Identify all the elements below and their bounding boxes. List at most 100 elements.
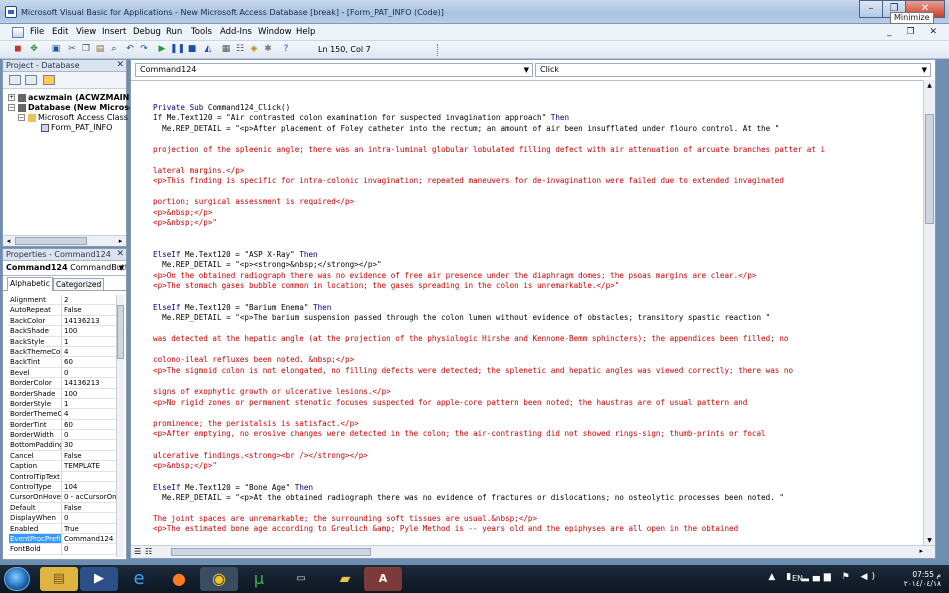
menu-edit[interactable]: Edit	[52, 27, 68, 37]
property-row[interactable]: BorderWidth 0	[9, 430, 119, 441]
tray-icons[interactable]: ▲ ▮ ▂▄▆ ⚑ ◀)	[768, 572, 879, 582]
menu-window[interactable]: Window	[258, 27, 292, 37]
property-value[interactable]: 0 - acCursorOn	[62, 492, 119, 501]
access-icon[interactable]: A	[364, 567, 402, 591]
menu-add-ins[interactable]: Add-Ins	[220, 27, 252, 37]
view-access-icon[interactable]: ◼	[12, 43, 24, 55]
property-row[interactable]: BorderThemeCo 4	[9, 409, 119, 420]
property-row[interactable]: BackShade 100	[9, 326, 119, 337]
clock[interactable]: 07:55 م ٢٠١٤/٠٤/١٨	[904, 570, 941, 588]
property-row[interactable]: Alignment 2	[9, 295, 119, 306]
code-line[interactable]: If Me.Text120 = "Air contrasted colon ex…	[153, 113, 569, 123]
project-explorer-icon[interactable]: ▦	[220, 43, 232, 55]
code-line[interactable]: <p>No rigid zones or permanent stenotic …	[153, 398, 747, 408]
property-value[interactable]: 1	[62, 399, 119, 408]
property-row[interactable]: ControlTipText	[9, 471, 119, 483]
property-row[interactable]: CursorOnHover 0 - acCursorOn	[9, 492, 119, 503]
explorer-icon[interactable]: ▤	[40, 567, 78, 591]
property-row[interactable]: DisplayWhen 0	[9, 513, 119, 524]
tree-item-form-pat-info[interactable]: Form_PAT_INFO	[41, 123, 112, 132]
reset-icon[interactable]: ■	[186, 43, 198, 55]
help-icon[interactable]: ?	[280, 43, 292, 55]
property-value[interactable]: 60	[62, 357, 119, 366]
property-row[interactable]: BackThemeColor4	[9, 346, 119, 358]
code-line[interactable]: <p>The sigmoid colon is not elongated, n…	[153, 366, 793, 376]
start-button[interactable]	[4, 567, 30, 591]
property-value[interactable]: True	[62, 524, 119, 533]
tree-item-class-objects[interactable]: − Microsoft Access Class C	[18, 113, 136, 122]
code-line[interactable]: <p>&nbsp;</p>"	[153, 218, 217, 228]
property-value[interactable]: 4	[62, 409, 119, 418]
property-value[interactable]: 100	[62, 326, 119, 335]
excel-view-icon[interactable]	[12, 27, 24, 38]
code-line[interactable]: portion; surgical assessment is required…	[153, 197, 354, 207]
property-value[interactable]: TEMPLATE	[62, 461, 119, 470]
code-line[interactable]: <p>After emptying, no erosive changes we…	[153, 429, 766, 439]
menu-debug[interactable]: Debug	[133, 27, 161, 37]
tab-categorized[interactable]: Categorized	[53, 278, 105, 290]
find-icon[interactable]: ⌕	[108, 43, 120, 55]
property-value[interactable]: 0	[62, 368, 119, 377]
property-value[interactable]: False	[62, 503, 119, 512]
code-vscroll[interactable]: ▲ ▼	[923, 80, 935, 546]
undo-icon[interactable]: ↶	[124, 43, 136, 55]
code-line[interactable]: Me.REP_DETAIL = "<p>The barium suspensio…	[153, 313, 770, 323]
property-value[interactable]: 0	[62, 513, 119, 522]
property-value[interactable]: 60	[62, 420, 119, 429]
menu-view[interactable]: View	[76, 27, 96, 37]
run-icon[interactable]: ▶	[156, 43, 168, 55]
code-line[interactable]: prominence; the peristalsis is satisfact…	[153, 419, 359, 429]
code-line[interactable]: <p>&nbsp;</p>"	[153, 461, 217, 471]
property-row[interactable]: Cancel False	[9, 450, 119, 462]
command-prompt-icon[interactable]: ▭	[282, 567, 320, 591]
menu-tools[interactable]: Tools	[191, 27, 212, 37]
property-row[interactable]: FontBold 0	[9, 544, 119, 555]
property-value[interactable]	[62, 472, 119, 481]
save-icon[interactable]: ▣	[50, 43, 62, 55]
property-value[interactable]: 0	[62, 544, 119, 553]
view-code-icon[interactable]	[9, 75, 21, 85]
chrome-icon[interactable]: ◉	[200, 567, 238, 591]
insert-module-icon[interactable]: ✥	[28, 43, 40, 55]
property-row[interactable]: Caption TEMPLATE	[9, 461, 119, 472]
property-row[interactable]: BottomPadding 30	[9, 440, 119, 451]
copy-icon[interactable]: ❐	[80, 43, 92, 55]
property-row[interactable]: BackColor 14136213	[9, 315, 119, 327]
menu-insert[interactable]: Insert	[102, 27, 126, 37]
code-line[interactable]: colono-ileal refluxes been noted. &nbsp;…	[153, 355, 354, 365]
code-line[interactable]: Me.REP_DETAIL = "<p><strong>&nbsp;</stro…	[153, 260, 381, 270]
full-module-view-icon[interactable]: ☷	[145, 547, 152, 556]
property-row[interactable]: AutoRepeat False	[9, 305, 119, 316]
property-value[interactable]: 0	[62, 430, 119, 439]
project-explorer-hscroll[interactable]: ◂ ▸	[3, 235, 126, 246]
code-line[interactable]: <p>On the obtained radiograph there was …	[153, 271, 756, 281]
property-value[interactable]: 14136213	[62, 378, 119, 387]
property-value[interactable]: 30	[62, 440, 119, 449]
cut-icon[interactable]: ✂	[66, 43, 78, 55]
property-row[interactable]: Default False	[9, 502, 119, 514]
procedure-combo[interactable]: Click ▼	[535, 63, 931, 77]
code-line[interactable]: ElseIf Me.Text120 = "Bone Age" Then	[153, 483, 313, 493]
property-value[interactable]: 100	[62, 389, 119, 398]
close-icon[interactable]: ✕	[116, 60, 124, 71]
menu-file[interactable]: File	[30, 27, 44, 37]
view-object-icon[interactable]	[25, 75, 37, 85]
toolbox-icon[interactable]: ✱	[262, 43, 274, 55]
code-line[interactable]: Private Sub Command124_Click()	[153, 103, 290, 113]
break-icon[interactable]: ❚❚	[170, 43, 185, 55]
firefox-icon[interactable]: ●	[160, 567, 198, 591]
tree-item-acwzmain[interactable]: + acwzmain (ACWZMAIN)	[8, 93, 133, 102]
code-line[interactable]: ulcerative findings.<strong><br /></stro…	[153, 451, 368, 461]
procedure-view-icon[interactable]: ☰	[134, 547, 141, 556]
tree-item-database[interactable]: − Database (New Microso	[8, 103, 134, 112]
property-value[interactable]: 104	[62, 482, 119, 491]
code-line[interactable]: <p>This finding is specific for intra-co…	[153, 176, 784, 186]
code-line[interactable]: was detected at the hepatic angle (at th…	[153, 334, 788, 344]
menu-help[interactable]: Help	[296, 27, 315, 37]
internet-explorer-icon[interactable]: e	[120, 567, 158, 591]
close-icon[interactable]: ✕	[116, 249, 124, 260]
property-value[interactable]: Command124	[62, 534, 119, 543]
property-row[interactable]: Bevel 0	[9, 367, 119, 379]
media-player-icon[interactable]: ▶	[80, 567, 118, 591]
tab-alphabetic[interactable]: Alphabetic	[7, 277, 53, 291]
